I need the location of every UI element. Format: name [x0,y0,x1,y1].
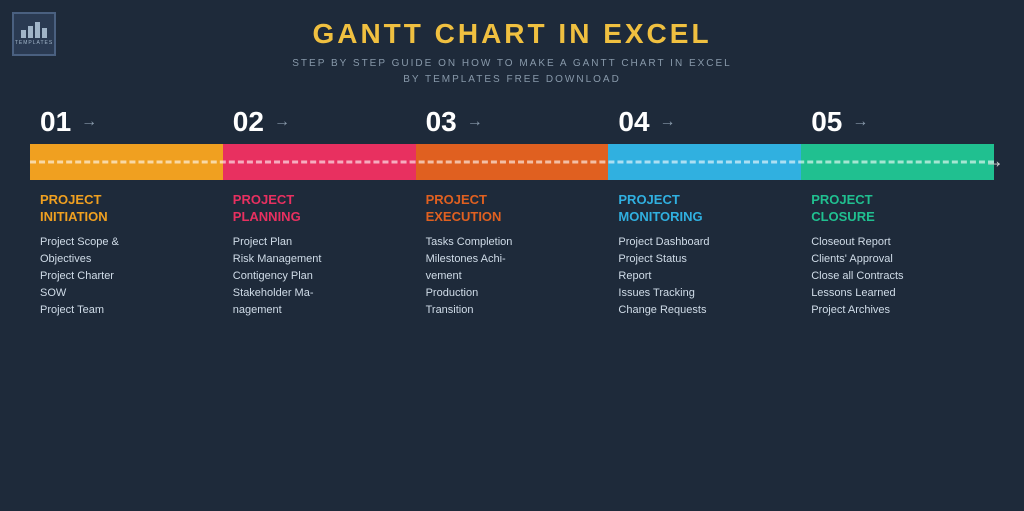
phase-numbers-row: 01 → 02 → 03 → 04 → 05 → [30,108,994,136]
phase-number-4: 04 → [618,108,675,136]
phase-arrow-4: → [660,114,676,130]
phase-arrow-5: → [852,114,868,130]
list-item: Clients' Approval [811,251,989,268]
phase-col-4: 04 → [608,108,801,136]
phase-content-row: PROJECT INITIATION Project Scope & Objec… [30,192,994,319]
phase-number-5: 05 → [811,108,868,136]
logo: TEMPLATES [12,12,56,56]
phase-arrow-1: → [81,114,97,130]
phase-items-4: Project Dashboard Project Status Report … [618,234,796,319]
gantt-chart: 01 → 02 → 03 → 04 → 05 → [30,108,994,319]
list-item: nagement [233,302,411,319]
list-item: Report [618,268,796,285]
list-item: Project Status [618,251,796,268]
list-item: Contigency Plan [233,268,411,285]
phase-items-3: Tasks Completion Milestones Achi- vement… [426,234,604,319]
list-item: Project Dashboard [618,234,796,251]
list-item: Stakeholder Ma- [233,285,411,302]
bar-segment-1 [30,144,223,180]
phase-items-1: Project Scope & Objectives Project Chart… [40,234,218,319]
phase-arrow-2: → [274,114,290,130]
subtitle-line2: BY TEMPLATES FREE DOWNLOAD [403,74,621,85]
list-item: Closeout Report [811,234,989,251]
logo-icon [21,22,47,38]
phase-content-4: PROJECT MONITORING Project Dashboard Pro… [608,192,801,319]
phase-arrow-3: → [467,114,483,130]
logo-bar-4 [42,28,47,38]
phase-content-1: PROJECT INITIATION Project Scope & Objec… [30,192,223,319]
phase-number-1: 01 → [40,108,97,136]
list-item: Project Archives [811,302,989,319]
list-item: Issues Tracking [618,285,796,302]
list-item: Transition [426,302,604,319]
subtitle: STEP BY STEP GUIDE ON HOW TO MAKE A GANT… [0,56,1024,88]
subtitle-line1: STEP BY STEP GUIDE ON HOW TO MAKE A GANT… [292,58,732,69]
phase-title-5: PROJECT CLOSURE [811,192,989,226]
list-item: Project Team [40,302,218,319]
list-item: SOW [40,285,218,302]
list-item: Close all Contracts [811,268,989,285]
phase-number-3: 03 → [426,108,483,136]
list-item: Lessons Learned [811,285,989,302]
list-item: Tasks Completion [426,234,604,251]
list-item: Project Scope & [40,234,218,251]
timeline-area: → [30,140,994,184]
page-header: GANTT CHART IN EXCEL STEP BY STEP GUIDE … [0,0,1024,88]
phase-col-1: 01 → [30,108,223,136]
timeline-end-arrow: → [984,151,1004,174]
phase-content-5: PROJECT CLOSURE Closeout Report Clients'… [801,192,994,319]
phase-col-5: 05 → [801,108,994,136]
list-item: Milestones Achi- [426,251,604,268]
logo-bar-3 [35,22,40,38]
list-item: Change Requests [618,302,796,319]
list-item: Objectives [40,251,218,268]
phase-title-2: PROJECT PLANNING [233,192,411,226]
bar-segment-3 [416,144,609,180]
phase-number-2: 02 → [233,108,290,136]
phase-title-4: PROJECT MONITORING [618,192,796,226]
list-item: vement [426,268,604,285]
phase-title-1: PROJECT INITIATION [40,192,218,226]
phase-col-3: 03 → [416,108,609,136]
list-item: Project Charter [40,268,218,285]
list-item: Project Plan [233,234,411,251]
phase-content-3: PROJECT EXECUTION Tasks Completion Miles… [416,192,609,319]
list-item: Production [426,285,604,302]
list-item: Risk Management [233,251,411,268]
main-title: GANTT CHART IN EXCEL [0,18,1024,50]
phase-items-2: Project Plan Risk Management Contigency … [233,234,411,319]
phase-items-5: Closeout Report Clients' Approval Close … [811,234,989,319]
phase-content-2: PROJECT PLANNING Project Plan Risk Manag… [223,192,416,319]
logo-bar-2 [28,26,33,38]
bar-segment-4 [608,144,801,180]
logo-bar-1 [21,30,26,38]
phase-title-3: PROJECT EXECUTION [426,192,604,226]
timeline-track [30,144,994,180]
logo-text: TEMPLATES [15,40,53,46]
bar-segment-5 [801,144,994,180]
bar-segment-2 [223,144,416,180]
phase-col-2: 02 → [223,108,416,136]
